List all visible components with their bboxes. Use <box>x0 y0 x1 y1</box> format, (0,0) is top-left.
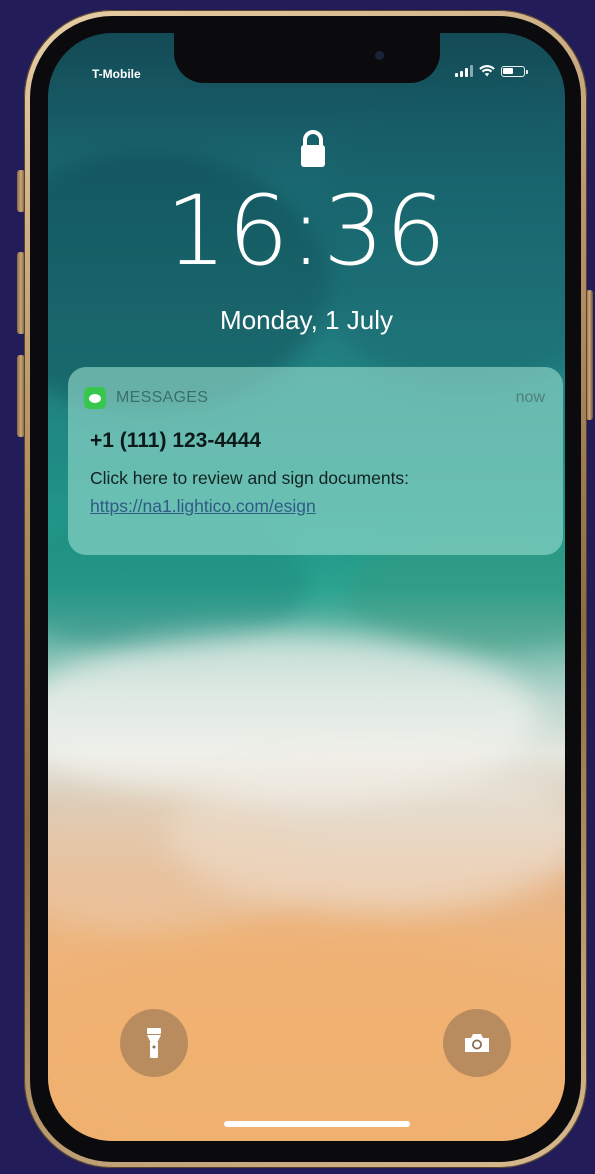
notification-link[interactable]: https://na1.lightico.com/esign <box>90 496 316 517</box>
device-mockup: T-Mobile 16:36 Monday, 1 July MESSAGES n… <box>0 0 595 1174</box>
home-indicator[interactable] <box>224 1121 410 1127</box>
battery-level <box>503 67 513 74</box>
lock-screen-time: 16:36 <box>165 175 448 287</box>
flashlight-button[interactable] <box>120 1009 188 1077</box>
notification-sender: +1 (111) 123-4444 <box>90 429 262 452</box>
notification-body: Click here to review and sign documents: <box>90 468 410 488</box>
notch <box>174 33 440 83</box>
side-button <box>586 290 593 420</box>
messages-icon <box>84 387 106 409</box>
camera-icon <box>465 1034 489 1052</box>
signal-bars-icon <box>455 65 473 77</box>
lock-screen: T-Mobile 16:36 Monday, 1 July MESSAGES n… <box>48 33 565 1141</box>
front-camera <box>375 51 384 60</box>
battery-icon <box>501 65 528 77</box>
carrier-label: T-Mobile <box>92 67 141 81</box>
notification-app-name: MESSAGES <box>116 389 209 406</box>
wifi-icon <box>479 65 495 77</box>
status-icons <box>455 65 528 77</box>
notification-time: now <box>515 389 545 406</box>
lock-screen-date: Monday, 1 July <box>220 305 393 335</box>
lock-icon <box>301 130 325 167</box>
camera-button[interactable] <box>443 1009 511 1077</box>
flashlight-icon <box>147 1028 161 1058</box>
notification-header: MESSAGES now <box>84 387 545 409</box>
message-notification[interactable]: MESSAGES now +1 (111) 123-4444 Click her… <box>68 367 563 555</box>
